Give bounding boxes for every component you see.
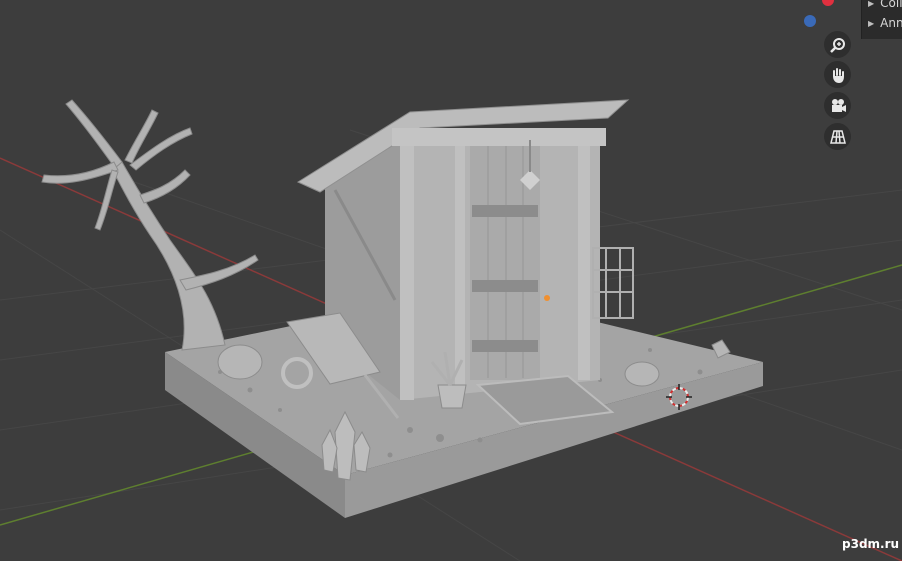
dead-tree — [41, 99, 259, 351]
outliner-item-annotations[interactable]: ▶ Ann — [868, 14, 902, 32]
camera-icon — [829, 97, 847, 115]
outliner-item-collection[interactable]: ▶ Coll — [868, 0, 902, 12]
object-origin — [544, 295, 550, 301]
outliner-item-label: Ann — [880, 16, 902, 30]
expand-triangle-icon[interactable]: ▶ — [868, 0, 874, 8]
outliner-item-label: Coll — [880, 0, 902, 10]
zoom-icon — [829, 36, 847, 54]
perspective-toggle-button[interactable] — [824, 123, 851, 150]
gizmo-z-axis-dot[interactable] — [804, 15, 816, 27]
watermark-text: p3dm.ru — [842, 537, 900, 551]
pan-button[interactable] — [824, 61, 851, 88]
3d-viewport[interactable] — [0, 0, 902, 561]
viewport-canvas — [0, 99, 902, 561]
outliner-panel: ▶ Coll ▶ Ann — [861, 0, 902, 39]
zoom-button[interactable] — [824, 31, 851, 58]
camera-view-button[interactable] — [824, 92, 851, 119]
hand-pan-icon — [829, 66, 847, 84]
expand-triangle-icon[interactable]: ▶ — [868, 19, 874, 28]
grid-perspective-icon — [829, 128, 847, 146]
